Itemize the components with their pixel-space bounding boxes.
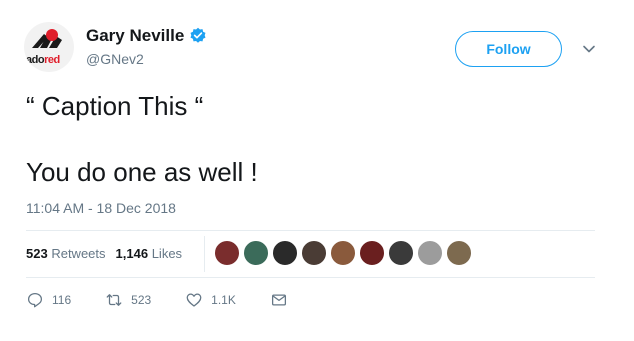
- liker-avatar[interactable]: [388, 240, 414, 266]
- reply-icon: [27, 292, 43, 308]
- likes-stat[interactable]: 1,146 Likes: [116, 246, 183, 261]
- divider: [26, 277, 595, 278]
- author-name[interactable]: Gary Neville: [86, 26, 184, 46]
- retweets-stat[interactable]: 523 Retweets: [26, 246, 106, 261]
- avatar[interactable]: adored: [24, 22, 74, 72]
- liker-avatar[interactable]: [417, 240, 443, 266]
- retweet-icon: [106, 294, 122, 306]
- tweet-text-line-1: “ Caption This “: [26, 91, 204, 121]
- envelope-icon: [271, 294, 286, 306]
- tweet-text-line-2: You do one as well !: [26, 157, 258, 187]
- liker-avatar[interactable]: [446, 240, 472, 266]
- tweet-stats: 523 Retweets 1,146 Likes: [26, 246, 182, 261]
- like-count: 1.1K: [211, 293, 236, 307]
- retweets-label: Retweets: [51, 246, 106, 261]
- liker-avatars: [214, 240, 472, 266]
- liker-avatar[interactable]: [359, 240, 385, 266]
- divider: [26, 230, 595, 231]
- liker-avatar[interactable]: [301, 240, 327, 266]
- liker-avatar[interactable]: [330, 240, 356, 266]
- tweet-actions: 116 523 1.1K: [26, 291, 322, 309]
- author-handle[interactable]: @GNev2: [86, 51, 144, 67]
- chevron-down-icon[interactable]: [580, 40, 598, 58]
- stats-separator: [204, 236, 205, 272]
- direct-message-action[interactable]: [270, 291, 288, 309]
- liker-avatar[interactable]: [272, 240, 298, 266]
- adidas-logo-icon: [32, 29, 62, 48]
- retweets-count: 523: [26, 246, 48, 261]
- liker-avatar[interactable]: [243, 240, 269, 266]
- avatar-wordmark: adored: [26, 54, 60, 66]
- retweet-count: 523: [131, 293, 152, 307]
- heart-icon: [186, 293, 202, 307]
- author-name-row[interactable]: Gary Neville: [86, 26, 207, 46]
- like-action[interactable]: 1.1K: [185, 291, 236, 309]
- reply-count: 116: [52, 293, 72, 307]
- retweet-action[interactable]: 523: [105, 291, 151, 309]
- likes-count: 1,146: [115, 246, 149, 261]
- likes-label: Likes: [151, 246, 183, 261]
- follow-button[interactable]: Follow: [455, 31, 562, 67]
- reply-action[interactable]: 116: [26, 291, 71, 309]
- tweet-timestamp[interactable]: 11:04 AM - 18 Dec 2018: [26, 200, 176, 216]
- liker-avatar[interactable]: [214, 240, 240, 266]
- verified-badge-icon: [190, 27, 206, 43]
